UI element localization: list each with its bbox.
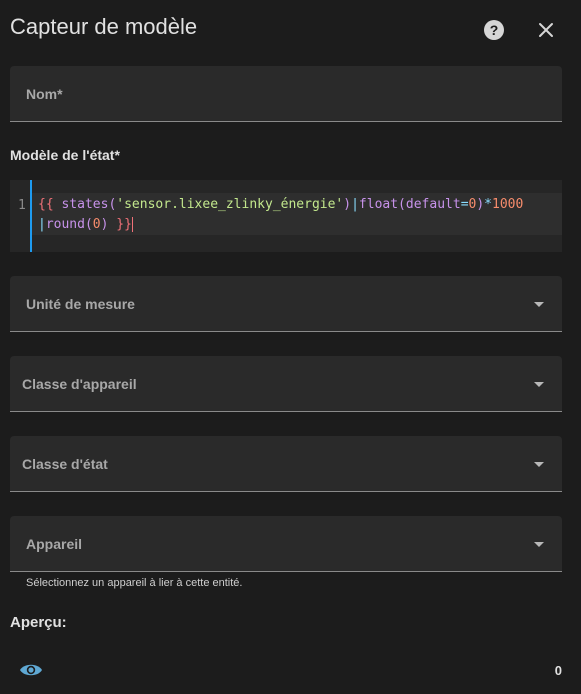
code-token: float( bbox=[358, 197, 406, 212]
code-token: ) bbox=[343, 197, 352, 212]
state-class-label: Classe d'état bbox=[22, 456, 108, 472]
text-cursor bbox=[131, 217, 133, 232]
code-token: states( bbox=[53, 197, 117, 212]
device-class-label: Classe d'appareil bbox=[22, 376, 137, 392]
device-helper-text: Sélectionnez un appareil à lier à cette … bbox=[26, 577, 243, 589]
code-token: 'sensor.lixee_zlinky_énergie' bbox=[116, 197, 344, 212]
code-token: 1000 bbox=[492, 197, 524, 212]
eye-icon bbox=[19, 660, 43, 680]
help-button[interactable]: ? bbox=[483, 19, 505, 41]
code-token: ) bbox=[100, 217, 117, 232]
state-template-label: Modèle de l'état* bbox=[10, 147, 120, 163]
help-circle-icon: ? bbox=[484, 20, 504, 40]
code-token: = bbox=[460, 197, 469, 212]
code-token: * bbox=[484, 197, 492, 212]
code-token: ) bbox=[476, 197, 485, 212]
line-number: 1 bbox=[18, 198, 26, 213]
device-label: Appareil bbox=[26, 536, 83, 552]
name-field[interactable]: Nom* bbox=[10, 66, 562, 122]
device-class-select[interactable]: Classe d'appareil bbox=[10, 356, 562, 412]
dialog-title: Capteur de modèle bbox=[10, 14, 198, 39]
code-line-2: |round(0) }} bbox=[38, 215, 133, 235]
device-select[interactable]: Appareil bbox=[10, 516, 562, 572]
state-class-select[interactable]: Classe d'état bbox=[10, 436, 562, 492]
preview-value: 0 bbox=[554, 663, 562, 678]
chevron-down-icon bbox=[534, 382, 544, 387]
editor-focus-bar bbox=[30, 180, 32, 252]
svg-text:?: ? bbox=[490, 22, 499, 38]
code-token: default bbox=[405, 197, 461, 212]
code-line-1: {{ states('sensor.lixee_zlinky_énergie')… bbox=[38, 195, 523, 215]
name-field-label: Nom* bbox=[26, 86, 63, 102]
code-token: | bbox=[351, 197, 359, 212]
close-icon bbox=[539, 23, 553, 37]
code-token: 0 bbox=[92, 217, 101, 232]
code-token: | bbox=[38, 217, 46, 232]
preview-label: Aperçu: bbox=[10, 614, 67, 631]
chevron-down-icon bbox=[534, 462, 544, 467]
state-template-editor[interactable]: 1 {{ states('sensor.lixee_zlinky_énergie… bbox=[10, 180, 562, 252]
chevron-down-icon bbox=[534, 542, 544, 547]
code-token: {{ bbox=[38, 197, 54, 212]
unit-of-measurement-label: Unité de mesure bbox=[26, 296, 135, 312]
code-token: round( bbox=[45, 217, 93, 232]
close-button[interactable] bbox=[535, 19, 557, 41]
unit-of-measurement-select[interactable]: Unité de mesure bbox=[10, 276, 562, 332]
code-token: }} bbox=[116, 217, 132, 232]
chevron-down-icon bbox=[534, 302, 544, 307]
